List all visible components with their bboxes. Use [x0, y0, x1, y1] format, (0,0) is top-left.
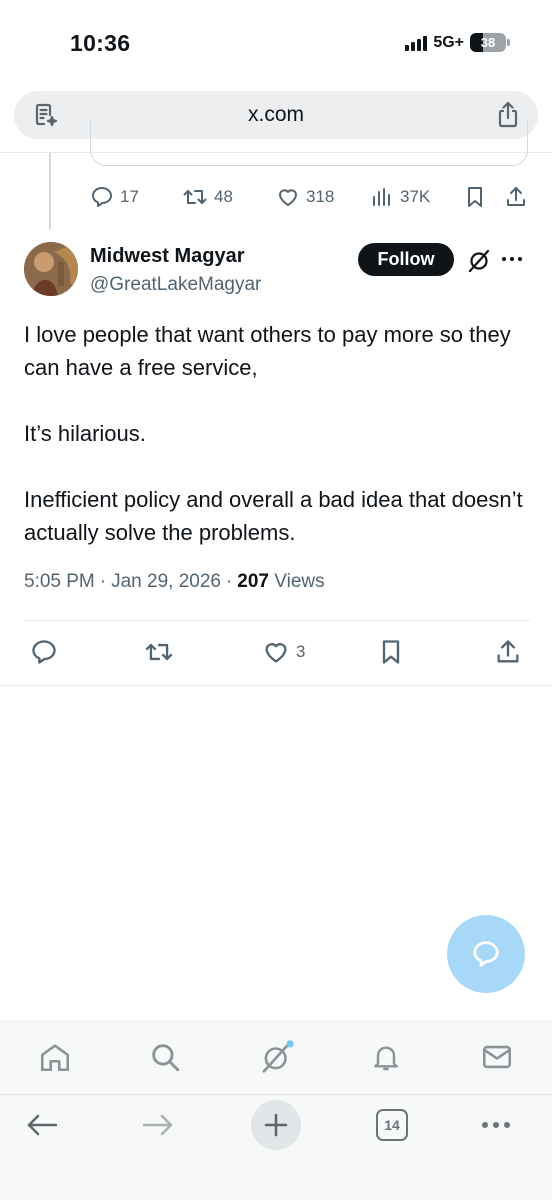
thread-connector: [49, 153, 51, 229]
views-count: 37K: [400, 187, 431, 206]
status-time: 10:36: [70, 30, 131, 56]
avatar[interactable]: [24, 242, 78, 296]
upload-icon: [497, 640, 519, 663]
grok-nav-icon[interactable]: [258, 1040, 296, 1079]
notifications-icon[interactable]: [370, 1040, 402, 1079]
tweet-time[interactable]: 5:05 PM: [24, 571, 95, 593]
bookmark-icon: [468, 187, 482, 207]
reply-button[interactable]: [30, 638, 58, 666]
reply-icon: [92, 187, 112, 207]
repost-count: 48: [214, 187, 233, 206]
display-name[interactable]: Midwest Magyar: [90, 245, 244, 268]
tweet-paragraph: It’s hilarious.: [24, 421, 146, 446]
tweet-date[interactable]: Jan 29, 2026: [111, 571, 221, 593]
reply-count: 17: [120, 187, 139, 206]
back-icon[interactable]: [24, 1109, 60, 1146]
prev-tweet-actions: 17 48 318 37K: [90, 185, 530, 211]
battery-level: 38: [480, 35, 496, 50]
search-icon[interactable]: [148, 1040, 182, 1079]
signal-icon: [405, 35, 428, 51]
battery-icon: 38: [470, 33, 510, 52]
views-info[interactable]: 207 Views: [237, 571, 324, 593]
tweet-paragraph: Inefficient policy and overall a bad ide…: [24, 487, 523, 545]
bookmark-icon: [382, 640, 400, 664]
tabs-button[interactable]: 14: [376, 1109, 408, 1141]
reply-button[interactable]: 17: [90, 185, 139, 209]
forward-icon[interactable]: [140, 1109, 176, 1146]
tweet-meta: 5:05 PM · Jan 29, 2026 · 207 Views: [24, 571, 325, 593]
upload-icon: [507, 187, 525, 206]
views-label: Views: [274, 571, 325, 592]
bookmark-button[interactable]: [378, 638, 404, 666]
reply-icon: [32, 640, 56, 664]
like-count: 3: [296, 642, 306, 661]
grok-icon[interactable]: [466, 248, 492, 279]
views-button[interactable]: 37K: [370, 185, 430, 209]
bottom-nav: [0, 1020, 552, 1094]
like-button[interactable]: 318: [276, 185, 334, 209]
status-indicators: 5G+ 38: [405, 33, 510, 52]
analytics-icon: [373, 188, 390, 206]
share-button[interactable]: [494, 638, 522, 666]
more-menu-icon[interactable]: [482, 1122, 510, 1128]
follow-button[interactable]: Follow: [358, 243, 454, 276]
divider: [0, 685, 552, 686]
reply-bubble-icon: [473, 941, 499, 967]
repost-icon: [183, 190, 207, 204]
like-count: 318: [306, 187, 335, 206]
heart-icon: [265, 643, 287, 663]
tweet-actions: 3: [0, 638, 552, 668]
repost-button[interactable]: 48: [182, 185, 233, 209]
like-button[interactable]: 3: [262, 638, 305, 666]
new-tab-button[interactable]: [251, 1100, 301, 1150]
more-options-icon[interactable]: [502, 257, 522, 261]
repost-button[interactable]: [144, 638, 174, 666]
divider: [24, 620, 530, 621]
network-label: 5G+: [433, 33, 464, 51]
messages-icon[interactable]: [480, 1040, 514, 1079]
user-handle[interactable]: @GreatLakeMagyar: [90, 274, 261, 296]
tweet-paragraph: I love people that want others to pay mo…: [24, 322, 511, 380]
views-count: 207: [237, 571, 269, 592]
bookmark-button[interactable]: [464, 185, 486, 209]
compose-reply-button[interactable]: [447, 915, 525, 993]
plus-icon: [264, 1113, 288, 1137]
quoted-post-card[interactable]: [90, 120, 528, 166]
separator: ·: [225, 571, 233, 592]
browser-toolbar: 14: [0, 1094, 552, 1200]
repost-icon: [145, 643, 173, 661]
tweet-text: I love people that want others to pay mo…: [24, 318, 528, 549]
separator: ·: [99, 571, 107, 592]
home-icon[interactable]: [38, 1040, 72, 1079]
heart-icon: [279, 189, 297, 206]
share-button[interactable]: [504, 185, 528, 209]
